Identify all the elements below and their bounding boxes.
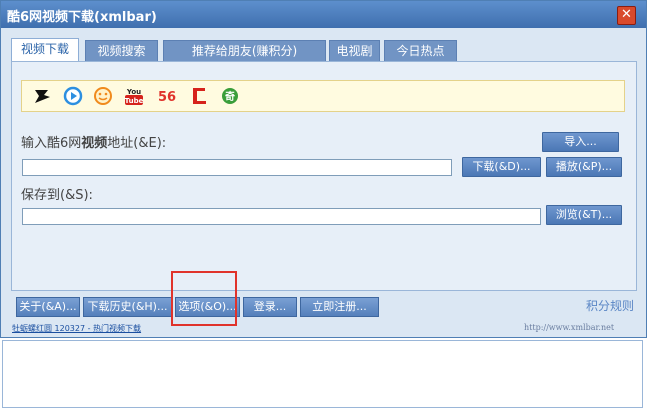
url-input[interactable] [22,159,452,176]
ku6-icon[interactable] [32,86,54,106]
import-button[interactable]: 导入... [542,132,619,152]
svg-text:奇: 奇 [225,90,235,103]
main-window: 酷6网视频下载(xmlbar) ✕ 视频下载 视频搜索 推荐给朋友(赚积分) 电… [0,0,647,338]
history-button[interactable]: 下载历史(&H)... [83,297,172,317]
save-path-input[interactable] [22,208,541,225]
lower-panel [2,340,643,408]
content-area: 视频下载 视频搜索 推荐给朋友(赚积分) 电视剧 今日热点 You Tube 5… [11,38,637,291]
download-panel: You Tube 56 奇 输入酷6网视频地址(&E): 导入... 下载(&D [11,61,637,291]
footer-url[interactable]: http://www.xmlbar.net [524,323,614,332]
window-title: 酷6网视频下载(xmlbar) [7,10,157,25]
tab-today-hot[interactable]: 今日热点 [384,40,457,63]
youtube-icon[interactable]: You Tube [123,86,145,106]
highlight-box [171,271,237,326]
credit-rules-link[interactable]: 积分规则 [586,297,634,314]
about-button[interactable]: 关于(&A)... [16,297,80,317]
close-button[interactable]: ✕ [617,6,636,25]
login-button[interactable]: 登录... [243,297,297,317]
title-bar[interactable]: 酷6网视频下载(xmlbar) ✕ [1,1,646,28]
tab-video-search[interactable]: 视频搜索 [85,40,158,63]
svg-text:56: 56 [158,90,176,105]
play-icon[interactable] [62,86,84,106]
bottom-toolbar: 关于(&A)... 下载历史(&H)... 选项(&O)... 登录... 立即… [11,297,641,319]
url-label: 输入酷6网视频地址(&E): [21,136,167,151]
register-button[interactable]: 立即注册... [300,297,379,317]
svg-text:You: You [126,88,141,96]
tab-tv-series[interactable]: 电视剧 [329,40,380,63]
smile-icon[interactable] [92,86,114,106]
browse-button[interactable]: 浏览(&T)... [546,205,622,225]
56-icon[interactable]: 56 [153,86,181,106]
download-button[interactable]: 下载(&D)... [462,157,541,177]
tab-video-download[interactable]: 视频下载 [11,38,79,62]
site-icon-bar: You Tube 56 奇 [21,80,625,112]
tab-recommend[interactable]: 推荐给朋友(赚积分) [163,40,326,63]
svg-text:Tube: Tube [125,97,144,105]
e-logo-icon[interactable] [188,86,210,106]
save-label: 保存到(&S): [21,188,93,203]
qiyi-icon[interactable]: 奇 [219,86,241,106]
close-icon: ✕ [621,7,632,22]
footer-link[interactable]: 牡蛎螺红圆 120327 - 热门视频下载 [12,323,141,334]
play-button[interactable]: 播放(&P)... [546,157,622,177]
